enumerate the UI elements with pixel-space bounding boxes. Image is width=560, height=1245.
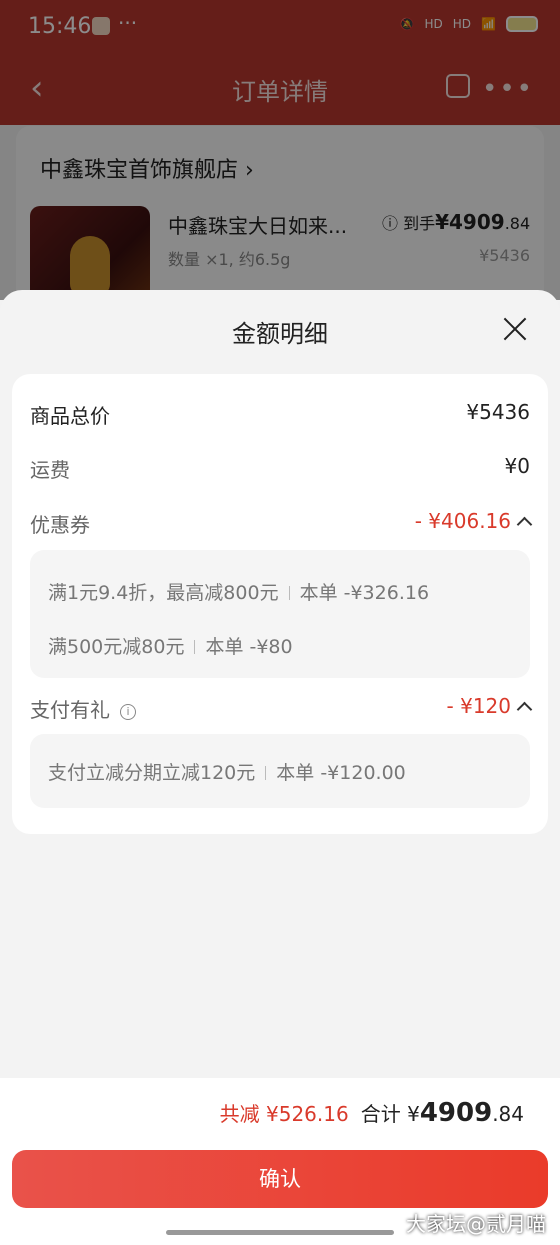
- close-icon[interactable]: [502, 316, 528, 342]
- divider: [194, 640, 196, 654]
- shipping-row: 运费 ¥0: [30, 454, 530, 484]
- pay-gift-label-text: 支付有礼: [30, 698, 110, 722]
- goods-total-value: ¥5436: [466, 400, 530, 424]
- coupon-detail-text: 满1元9.4折，最高减800元: [48, 582, 279, 604]
- total-label: 合计 ¥: [360, 1102, 420, 1126]
- chevron-up-icon[interactable]: [516, 701, 533, 718]
- confirm-area: 确认 大家坛@贰月喵: [0, 1144, 560, 1245]
- total-saved: 共减 ¥526.16: [219, 1102, 349, 1126]
- modal-overlay[interactable]: [0, 0, 560, 300]
- total-main: 4909: [419, 1098, 493, 1128]
- pay-detail-text: 支付立减分期立减120元: [48, 762, 256, 784]
- coupon-value[interactable]: - ¥406.16: [414, 509, 533, 533]
- coupon-row[interactable]: 优惠券 - ¥406.16: [30, 509, 533, 539]
- coupon-detail-text: 满500元减80元: [48, 636, 185, 658]
- chevron-up-icon[interactable]: [516, 516, 533, 533]
- pay-gift-label: 支付有礼 i: [30, 694, 136, 723]
- shipping-label: 运费: [30, 458, 70, 482]
- pay-gift-row[interactable]: 支付有礼 i - ¥120: [30, 694, 533, 724]
- home-indicator[interactable]: [166, 1230, 394, 1235]
- coupon-detail-box: 满1元9.4折，最高减800元 本单 -¥326.16 满500元减80元 本单 -…: [30, 550, 530, 678]
- pay-detail-amount: 本单 -¥120.00: [276, 762, 406, 784]
- coupon-amount: - ¥406.16: [414, 509, 511, 533]
- divider: [288, 586, 290, 600]
- total-summary: 共减 ¥526.16 合计 ¥4909.84: [220, 1098, 524, 1128]
- pay-gift-detail-box: 支付立减分期立减120元 本单 -¥120.00: [30, 734, 530, 808]
- watermark: 大家坛@贰月喵: [406, 1212, 546, 1236]
- coupon-label: 优惠券: [30, 513, 90, 537]
- total-bar: 共减 ¥526.16 合计 ¥4909.84: [0, 1078, 560, 1144]
- pay-gift-value[interactable]: - ¥120: [446, 694, 533, 718]
- coupon-detail-2: 满500元减80元 本单 -¥80: [48, 632, 293, 659]
- info-icon[interactable]: i: [120, 704, 136, 720]
- total-decimal: .84: [492, 1102, 524, 1126]
- confirm-button[interactable]: 确认: [12, 1150, 548, 1208]
- coupon-detail-1: 满1元9.4折，最高减800元 本单 -¥326.16: [48, 578, 429, 605]
- sheet-title: 金额明细: [232, 320, 328, 348]
- coupon-detail-amount: 本单 -¥326.16: [299, 582, 430, 604]
- coupon-detail-amount: 本单 -¥80: [205, 636, 293, 658]
- pay-gift-detail-1: 支付立减分期立减120元 本单 -¥120.00: [48, 758, 406, 785]
- amount-card: 商品总价 ¥5436 运费 ¥0 优惠券 - ¥406.16 满1元9.4折，最…: [12, 374, 548, 834]
- divider: [265, 766, 267, 780]
- shipping-value: ¥0: [504, 454, 530, 478]
- pay-gift-amount: - ¥120: [446, 694, 511, 718]
- goods-total-row: 商品总价 ¥5436: [30, 400, 530, 430]
- goods-total-label: 商品总价: [30, 404, 110, 428]
